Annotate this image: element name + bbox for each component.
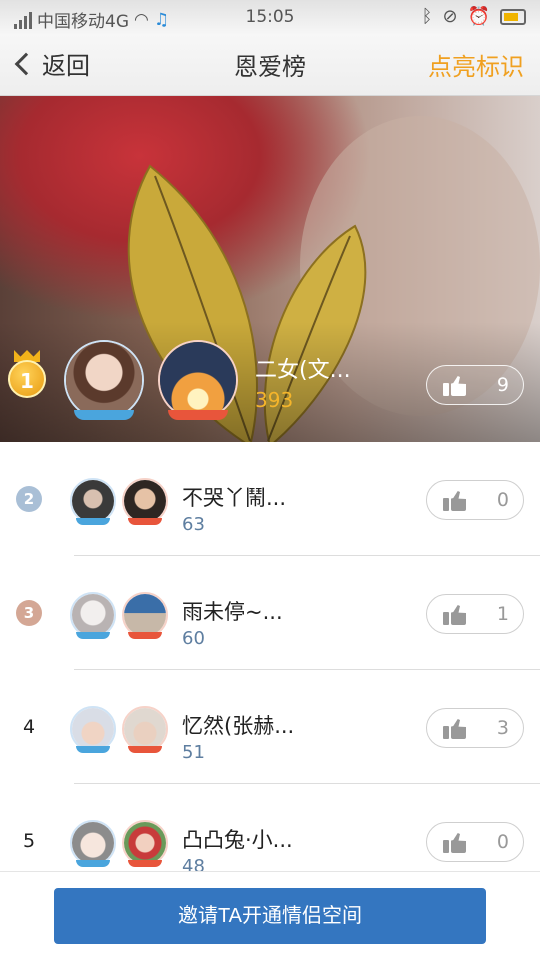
like-count: 3 — [496, 717, 509, 739]
invite-couple-space-button[interactable]: 邀请TA开通情侣空间 — [54, 888, 486, 944]
list-item[interactable]: 3 雨未停~... 60 1 — [0, 556, 540, 670]
list-item[interactable]: 2 不哭丫鬧... 63 0 — [0, 442, 540, 556]
rank-number: 4 — [22, 716, 36, 738]
like-button[interactable]: 3 — [426, 708, 524, 748]
thumb-up-icon — [443, 374, 467, 396]
rank-number: 5 — [22, 830, 36, 852]
thumb-up-icon — [443, 831, 467, 853]
top-couple-name[interactable]: 二女(文... — [255, 352, 351, 384]
rank-1-medal: 1 — [8, 360, 46, 398]
couple-name[interactable]: 凸凸兔·小... — [182, 824, 293, 854]
couple-name[interactable]: 不哭丫鬧... — [182, 482, 286, 512]
red-scarf-icon — [128, 632, 162, 639]
status-bar: 中国移动4G ◠ ♫ 15:05 ᛒ ⊘ ⏰ — [0, 0, 540, 34]
alarm-icon: ⏰ — [467, 6, 490, 27]
couple-name[interactable]: 忆然(张赫... — [182, 710, 294, 740]
bottom-bar: 邀请TA开通情侣空间 — [0, 872, 540, 960]
like-count: 9 — [496, 374, 509, 396]
list-item[interactable]: 4 忆然(张赫... 51 3 — [0, 670, 540, 784]
status-right: ᛒ ⊘ ⏰ — [422, 6, 526, 27]
like-count: 0 — [496, 831, 509, 853]
like-button[interactable]: 1 — [426, 594, 524, 634]
thumb-up-icon — [443, 717, 467, 739]
red-scarf-icon — [128, 746, 162, 753]
app-root: 中国移动4G ◠ ♫ 15:05 ᛒ ⊘ ⏰ 返回 恩爱榜 点亮标识 1 二女(… — [0, 0, 540, 960]
blue-scarf-icon — [76, 860, 110, 867]
red-scarf-icon — [128, 860, 162, 867]
red-scarf-icon — [128, 518, 162, 525]
blue-scarf-icon — [76, 518, 110, 525]
like-button[interactable]: 0 — [426, 480, 524, 520]
couple-name[interactable]: 雨未停~... — [182, 596, 283, 626]
like-count: 0 — [496, 489, 509, 511]
mute-icon: ⊘ — [442, 6, 458, 27]
rank-3-medal: 3 — [16, 600, 42, 626]
blue-scarf-icon — [76, 746, 110, 753]
nav-bar: 返回 恩爱榜 点亮标识 — [0, 34, 540, 96]
red-scarf-icon — [168, 410, 228, 420]
couple-score: 60 — [182, 628, 205, 649]
top-avatar-left[interactable] — [64, 340, 144, 420]
like-button-top[interactable]: 9 — [426, 365, 524, 405]
thumb-up-icon — [443, 603, 467, 625]
blue-scarf-icon — [74, 410, 134, 420]
couple-score: 51 — [182, 742, 205, 763]
couple-score: 63 — [182, 514, 205, 535]
blue-scarf-icon — [76, 632, 110, 639]
light-badge-button[interactable]: 点亮标识 — [428, 47, 524, 82]
like-button[interactable]: 0 — [426, 822, 524, 862]
bluetooth-icon: ᛒ — [421, 6, 433, 27]
like-count: 1 — [496, 603, 509, 625]
rank-2-medal: 2 — [16, 486, 42, 512]
thumb-up-icon — [443, 489, 467, 511]
top-couple-score: 393 — [255, 388, 294, 412]
battery-icon — [500, 8, 526, 25]
top-avatar-right[interactable] — [158, 340, 238, 420]
